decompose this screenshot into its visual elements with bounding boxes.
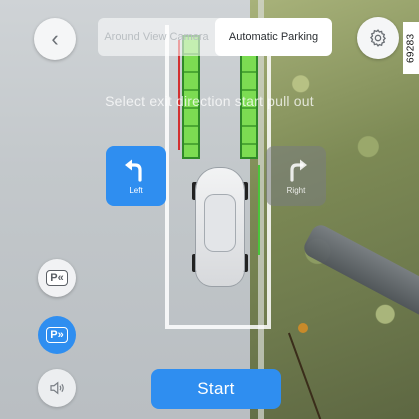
turn-right-arrow-icon	[290, 159, 307, 182]
turn-left-arrow-icon	[125, 159, 142, 182]
back-button[interactable]: ‹	[34, 18, 76, 60]
exit-right-label: Right	[286, 185, 306, 195]
cable-ball	[298, 323, 308, 333]
instruction-text: Select exit direction start pull out	[105, 93, 314, 109]
sound-button[interactable]	[38, 369, 76, 407]
tab-label: Around View Camera	[104, 31, 209, 43]
vehicle-roof	[204, 194, 236, 252]
start-button-label: Start	[197, 379, 235, 398]
figure-id: 69283	[403, 22, 419, 74]
park-out-icon: P»	[46, 327, 68, 343]
park-in-icon: P«	[46, 270, 68, 286]
grass-area	[250, 0, 419, 419]
tab-around-view-camera[interactable]: Around View Camera	[98, 18, 215, 56]
settings-button[interactable]	[357, 17, 399, 59]
chevron-left-icon: ‹	[51, 26, 59, 51]
camera-view	[0, 0, 419, 419]
exit-left-button[interactable]: Left	[106, 146, 166, 206]
speaker-icon	[50, 381, 64, 395]
tab-automatic-parking[interactable]: Automatic Parking	[215, 18, 332, 56]
right-guide-line	[258, 165, 260, 255]
gear-icon	[369, 29, 387, 47]
vehicle-top-view	[190, 168, 250, 288]
exit-right-button[interactable]: Right	[266, 146, 326, 206]
mode-toggle: Around View Camera Automatic Parking	[98, 18, 332, 56]
tab-label: Automatic Parking	[228, 31, 319, 43]
park-in-button[interactable]: P«	[38, 259, 76, 297]
exit-left-label: Left	[129, 185, 143, 195]
park-out-button[interactable]: P»	[38, 316, 76, 354]
start-button[interactable]: Start	[151, 369, 281, 409]
